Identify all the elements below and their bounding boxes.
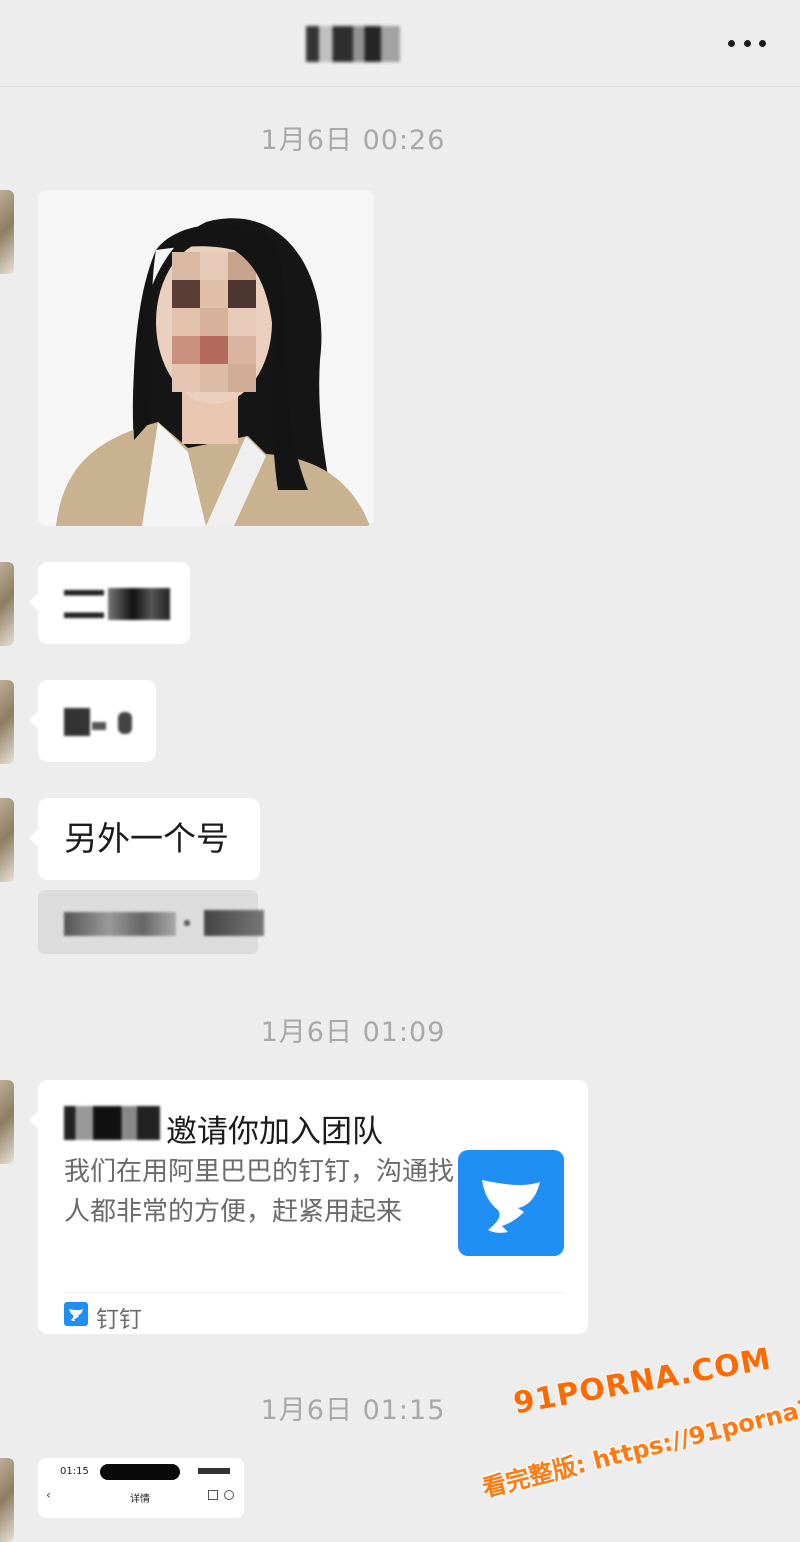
- back-icon: ‹: [46, 1488, 51, 1502]
- redacted-inviter-name: [64, 1106, 160, 1140]
- avatar[interactable]: [0, 1080, 14, 1164]
- portrait-photo: [38, 190, 374, 526]
- card-divider: [64, 1292, 564, 1293]
- redacted-text: [184, 920, 190, 926]
- avatar[interactable]: [0, 1458, 14, 1542]
- redacted-text: [204, 910, 264, 936]
- dynamic-island: [100, 1464, 180, 1480]
- chat-header: [0, 0, 800, 87]
- text-message-redacted[interactable]: [29, 562, 190, 644]
- message-text: 另外一个号: [64, 819, 229, 858]
- card-source: 钉钉: [96, 1307, 142, 1333]
- text-message-redacted[interactable]: [29, 680, 156, 762]
- avatar[interactable]: [0, 798, 14, 882]
- redacted-text: [92, 722, 106, 730]
- invite-title: 邀请你加入团队: [166, 1114, 383, 1150]
- more-dots-icon[interactable]: [728, 38, 766, 48]
- dingtalk-icon: [458, 1150, 564, 1256]
- forward-icon: [224, 1490, 234, 1500]
- share-icon: [208, 1490, 218, 1500]
- redacted-text: [64, 912, 176, 936]
- redacted-text: [64, 708, 90, 736]
- invite-description: 我们在用阿里巴巴的钉钉，沟通找人都非常的方便，赶紧用起来: [64, 1157, 455, 1227]
- redacted-text: [108, 588, 170, 620]
- avatar[interactable]: [0, 190, 14, 274]
- quoted-reply-redacted[interactable]: [38, 890, 264, 954]
- invite-card[interactable]: 邀请你加入团队 我们在用阿里巴巴的钉钉，沟通找人都非常的方便，赶紧用起来 钉钉: [29, 1080, 588, 1334]
- timestamp: 1月6日 00:26: [260, 125, 446, 156]
- avatar[interactable]: [0, 562, 14, 646]
- shot-time: 01:15: [60, 1466, 89, 1477]
- avatar[interactable]: [0, 680, 14, 764]
- screenshot-message[interactable]: 01:15 ‹ 详情: [38, 1458, 244, 1518]
- redacted-text: [64, 590, 104, 618]
- status-icons: [198, 1468, 230, 1474]
- redacted-text: [118, 712, 132, 734]
- dingtalk-small-icon: [64, 1302, 88, 1326]
- contact-name-redacted: [306, 26, 400, 62]
- text-message[interactable]: 另外一个号: [29, 798, 260, 880]
- timestamp: 1月6日 01:09: [260, 1017, 446, 1048]
- shot-title: 详情: [130, 1494, 150, 1505]
- image-message[interactable]: [38, 190, 374, 526]
